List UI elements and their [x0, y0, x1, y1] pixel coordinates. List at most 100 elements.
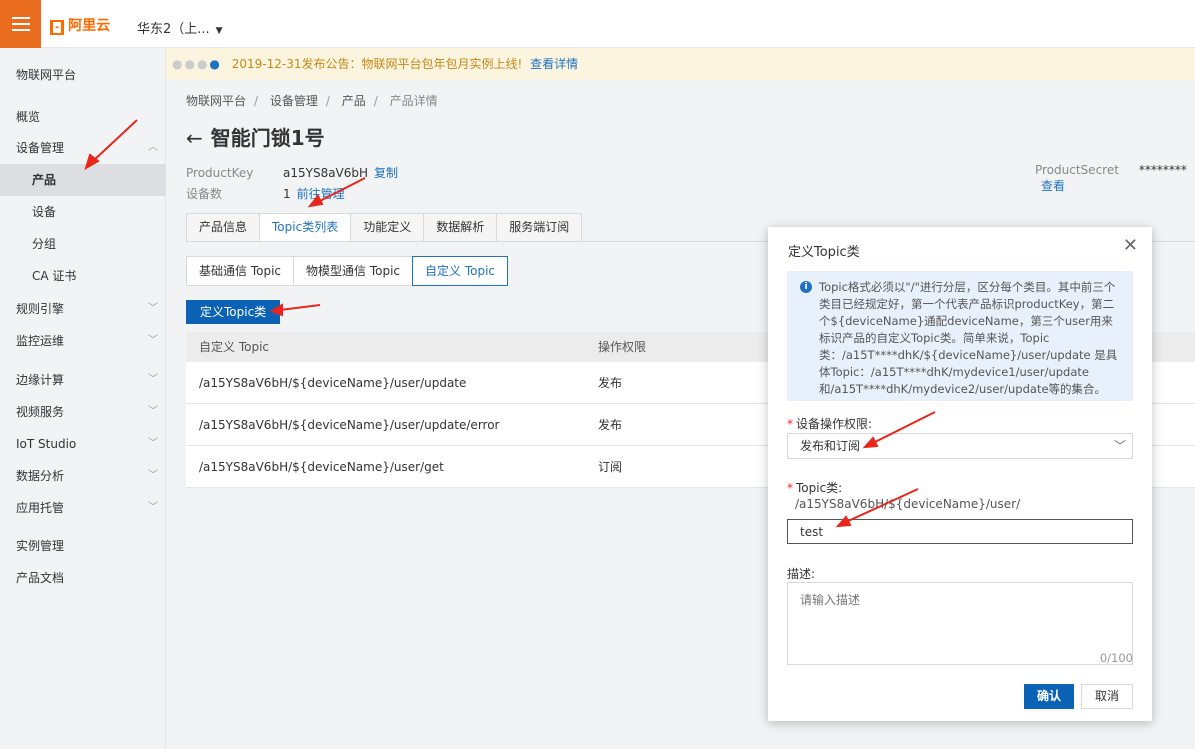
copy-link[interactable]: 复制	[374, 166, 398, 180]
topic-cell: /a15YS8aV6bH/${deviceName}/user/get	[199, 460, 444, 474]
breadcrumb: 物联网平台 / 设备管理 / 产品 / 产品详情	[186, 94, 438, 108]
topic-prefix: /a15YS8aV6bH/${deviceName}/user/	[795, 497, 1021, 511]
back-arrow-icon[interactable]: ←	[186, 126, 203, 150]
chevron-down-icon: ﹀	[148, 438, 158, 449]
product-secret-value: ********	[1138, 163, 1187, 177]
sidebar-item-label: 规则引擎	[16, 302, 65, 316]
description-textarea[interactable]	[787, 582, 1133, 665]
breadcrumb-item-device-management[interactable]: 设备管理	[270, 94, 318, 108]
region-label: 华东2（上...	[137, 22, 210, 37]
close-icon[interactable]: ✕	[1123, 235, 1138, 256]
chevron-up-icon: ︿	[148, 142, 158, 153]
tip-text: Topic格式必须以"/"进行分层，区分每个类目。其中前三个类目已经规定好，第一…	[819, 280, 1118, 396]
description-label: 描述:	[787, 567, 816, 581]
sidebar-item-label: 概览	[16, 110, 41, 124]
topic-input[interactable]	[787, 519, 1133, 544]
define-topic-dialog: 定义Topic类 ✕ i Topic格式必须以"/"进行分层，区分每个类目。其中…	[768, 227, 1152, 721]
permission-cell: 发布	[598, 376, 623, 390]
caret-down-icon: ▼	[215, 26, 223, 36]
sidebar-item-app-hosting[interactable]: 应用托管 ﹀	[0, 492, 166, 524]
product-tabs: 产品信息 Topic类列表 功能定义 数据解析 服务端订阅	[186, 213, 583, 242]
tab-data-parsing[interactable]: 数据解析	[423, 213, 498, 242]
product-key-row: ProductKey a15YS8aV6bH 复制	[186, 164, 398, 181]
sidebar-item-label: 视频服务	[16, 405, 65, 419]
define-topic-button[interactable]: 定义Topic类	[186, 300, 281, 324]
permission-cell: 发布	[598, 418, 623, 432]
permission-select-value: 发布和订阅	[800, 439, 861, 453]
sidebar-item-label: 设备管理	[16, 141, 65, 155]
chevron-down-icon: ﹀	[148, 303, 158, 314]
column-header-topic: 自定义 Topic	[199, 340, 269, 354]
carousel-dots[interactable]: ●●●●	[172, 57, 222, 71]
sidebar-item-device[interactable]: 设备	[0, 196, 166, 228]
chevron-down-icon: ﹀	[148, 406, 158, 417]
manage-link[interactable]: 前往管理	[297, 187, 345, 201]
sidebar-item-label: IoT Studio	[16, 437, 77, 451]
sidebar-item-label: 产品文档	[16, 571, 65, 585]
logo-mark: -	[50, 20, 65, 35]
subtab-custom-topic[interactable]: 自定义 Topic	[412, 256, 508, 286]
announcement-bar: ●●●● 2019-12-31发布公告：物联网平台包年包月实例上线! 查看详情	[166, 48, 1195, 80]
sidebar-item-data-analysis[interactable]: 数据分析 ﹀	[0, 460, 166, 492]
product-key-value: a15YS8aV6bH	[283, 166, 369, 180]
sidebar-item-label: 应用托管	[16, 501, 65, 515]
chevron-down-icon: ﹀	[1113, 439, 1126, 453]
subtab-tsl-topic[interactable]: 物模型通信 Topic	[293, 256, 413, 286]
sidebar-item-label: 实例管理	[16, 539, 65, 553]
product-secret-label: ProductSecret	[1035, 163, 1119, 177]
sidebar-item-label: 设备	[32, 205, 57, 219]
tab-function-definition[interactable]: 功能定义	[350, 213, 425, 242]
breadcrumb-item-product[interactable]: 产品	[342, 94, 366, 108]
chevron-down-icon: ﹀	[148, 374, 158, 385]
column-header-permission: 操作权限	[598, 340, 647, 354]
device-count-row: 设备数 1 前往管理	[186, 185, 345, 202]
breadcrumb-item-iot[interactable]: 物联网平台	[186, 94, 246, 108]
sidebar-item-instance-management[interactable]: 实例管理	[0, 530, 166, 562]
dialog-title: 定义Topic类	[788, 245, 860, 260]
sidebar-item-label: 产品	[32, 173, 57, 187]
permission-select[interactable]: 发布和订阅 ﹀	[787, 433, 1133, 459]
sidebar-item-video[interactable]: 视频服务 ﹀	[0, 396, 166, 428]
announcement-details-link[interactable]: 查看详情	[530, 57, 578, 71]
topic-format-tip: i Topic格式必须以"/"进行分层，区分每个类目。其中前三个类目已经规定好，…	[787, 271, 1133, 401]
sidebar-item-ca-cert[interactable]: CA 证书	[0, 260, 166, 292]
permission-cell: 订阅	[598, 460, 623, 474]
menu-icon[interactable]	[0, 0, 41, 48]
chevron-down-icon: ﹀	[148, 502, 158, 513]
sidebar-title: 物联网平台	[16, 68, 77, 82]
logo-text: 阿里云	[68, 18, 111, 34]
sidebar-item-group[interactable]: 分组	[0, 228, 166, 260]
tab-server-subscription[interactable]: 服务端订阅	[496, 213, 583, 242]
top-bar: - 阿里云 华东2（上... ▼	[0, 0, 1195, 48]
view-secret-link[interactable]: 查看	[1041, 179, 1065, 193]
info-icon: i	[800, 281, 812, 293]
sidebar-item-overview[interactable]: 概览	[0, 101, 166, 133]
sidebar-item-rule-engine[interactable]: 规则引擎 ﹀	[0, 293, 166, 325]
product-secret-row: ProductSecret ******** 查看	[1035, 163, 1195, 194]
sidebar-item-label: CA 证书	[32, 269, 77, 283]
region-selector[interactable]: 华东2（上... ▼	[137, 18, 223, 37]
sidebar-item-monitoring[interactable]: 监控运维 ﹀	[0, 325, 166, 357]
sidebar-item-label: 边缘计算	[16, 373, 65, 387]
sidebar-item-label: 数据分析	[16, 469, 65, 483]
topic-cell: /a15YS8aV6bH/${deviceName}/user/update/e…	[199, 418, 500, 432]
device-count-label: 设备数	[186, 187, 223, 201]
permission-label-text: 设备操作权限:	[796, 417, 873, 431]
announcement-text: 2019-12-31发布公告：物联网平台包年包月实例上线!	[231, 57, 523, 71]
tab-product-info[interactable]: 产品信息	[186, 213, 261, 242]
sidebar-item-device-management[interactable]: 设备管理 ︿	[0, 132, 166, 164]
aliyun-logo[interactable]: - 阿里云	[50, 15, 110, 35]
cancel-button[interactable]: 取消	[1081, 684, 1133, 709]
sidebar-item-product-docs[interactable]: 产品文档	[0, 562, 166, 594]
sidebar-item-iot-studio[interactable]: IoT Studio ﹀	[0, 428, 166, 460]
required-mark: *	[787, 481, 793, 495]
sidebar-item-product[interactable]: 产品	[0, 164, 166, 196]
confirm-button[interactable]: 确认	[1024, 684, 1074, 709]
subtab-basic-topic[interactable]: 基础通信 Topic	[186, 256, 294, 286]
topic-label: * Topic类:	[787, 479, 842, 496]
sidebar-item-edge-computing[interactable]: 边缘计算 ﹀	[0, 364, 166, 396]
page-title-text: 智能门锁1号	[210, 126, 325, 150]
tab-topic-list[interactable]: Topic类列表	[259, 213, 352, 242]
required-mark: *	[787, 417, 793, 431]
product-key-label: ProductKey	[186, 166, 254, 180]
